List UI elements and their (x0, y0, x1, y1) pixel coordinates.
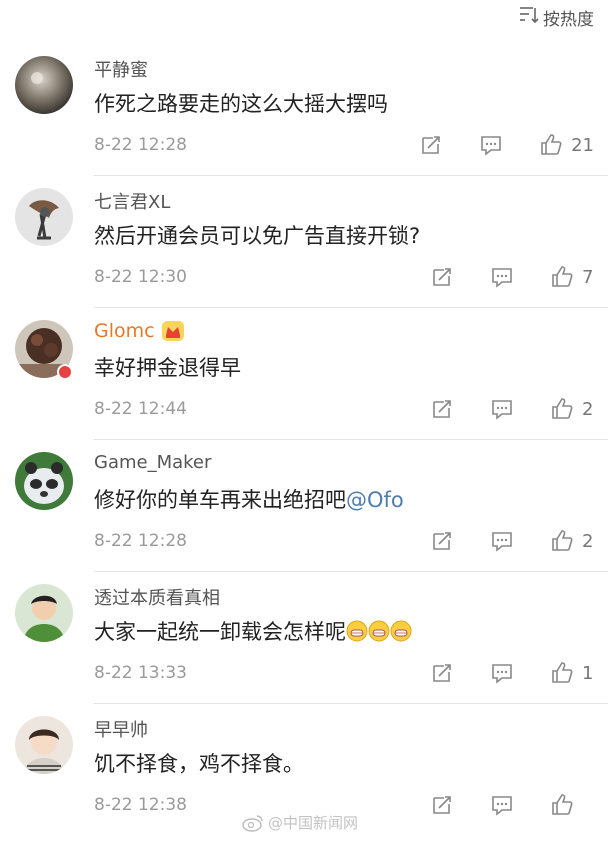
comment-text: 然后开通会员可以免广告直接开锁? (94, 224, 421, 248)
thumbs-up-icon (552, 398, 573, 419)
timestamp: 8-22 13:33 (94, 663, 187, 683)
timestamp: 8-22 12:44 (94, 399, 187, 419)
comment-item: 七言君XL 然后开通会员可以免广告直接开锁? 8-22 12:30 7 (0, 176, 608, 308)
sort-icon (519, 6, 539, 29)
comment-text: 大家一起统一卸载会怎样呢 (94, 616, 412, 646)
username[interactable]: Game_Maker (94, 452, 211, 473)
username[interactable]: 七言君XL (94, 188, 170, 214)
watermark-text: @中国新闻网 (268, 814, 359, 832)
username[interactable]: 透过本质看真相 (94, 584, 220, 610)
like-button[interactable] (550, 793, 594, 817)
timestamp: 8-22 12:28 (94, 135, 187, 155)
like-button[interactable]: 2 (550, 397, 594, 421)
reply-icon[interactable] (490, 661, 514, 685)
timestamp: 8-22 12:28 (94, 531, 187, 551)
comment-text: 作死之路要走的这么大摇大摆吗 (94, 92, 388, 116)
thumbs-up-icon (541, 134, 562, 155)
comment-item: Game_Maker 修好你的单车再来出绝招吧@Ofo 8-22 12:28 2 (0, 440, 608, 572)
like-count: 2 (582, 398, 594, 420)
like-button[interactable]: 1 (550, 661, 594, 685)
comment-text: 修好你的单车再来出绝招吧@Ofo (94, 488, 404, 512)
timestamp: 8-22 12:38 (94, 795, 187, 815)
comment-item: Glomc 幸好押金退得早 8-22 12:44 2 (0, 308, 608, 440)
repost-icon[interactable] (430, 529, 454, 553)
thumbs-up-icon (552, 266, 573, 287)
repost-icon[interactable] (430, 793, 454, 817)
reply-icon[interactable] (490, 265, 514, 289)
grin-emoji-icon (368, 620, 390, 642)
grin-emoji-icon (390, 620, 412, 642)
reply-icon[interactable] (479, 133, 503, 157)
comment-text: 幸好押金退得早 (94, 356, 241, 380)
repost-icon[interactable] (430, 661, 454, 685)
repost-icon[interactable] (430, 265, 454, 289)
comment-text: 饥不择食，鸡不择食。 (94, 752, 304, 776)
verified-badge (57, 364, 73, 380)
reply-icon[interactable] (490, 529, 514, 553)
username[interactable]: 早早帅 (94, 716, 148, 742)
avatar[interactable] (15, 452, 73, 510)
vip-crown-icon (161, 320, 185, 342)
like-count: 21 (571, 134, 594, 156)
comment-item: 透过本质看真相 大家一起统一卸载会怎样呢 8-22 13:33 1 (0, 572, 608, 704)
sort-by-heat-button[interactable]: 按热度 (519, 6, 594, 30)
like-count: 2 (582, 530, 594, 552)
avatar[interactable] (15, 584, 73, 642)
timestamp: 8-22 12:30 (94, 267, 187, 287)
reply-icon[interactable] (490, 793, 514, 817)
grin-emoji-icon (346, 620, 368, 642)
avatar[interactable] (15, 56, 73, 114)
username[interactable]: Glomc (94, 320, 185, 342)
watermark: @中国新闻网 (242, 812, 358, 833)
like-count: 7 (582, 266, 594, 288)
avatar[interactable] (15, 716, 73, 774)
avatar[interactable] (15, 188, 73, 246)
like-button[interactable]: 7 (550, 265, 594, 289)
reply-icon[interactable] (490, 397, 514, 421)
repost-icon[interactable] (419, 133, 443, 157)
like-count: 1 (582, 662, 594, 684)
username[interactable]: 平静蜜 (94, 56, 148, 82)
like-button[interactable]: 21 (539, 133, 594, 157)
weibo-logo-icon (242, 814, 263, 832)
comment-item: 平静蜜 作死之路要走的这么大摇大摆吗 8-22 12:28 21 (0, 44, 608, 176)
thumbs-up-icon (552, 794, 573, 815)
like-button[interactable]: 2 (550, 529, 594, 553)
sort-label: 按热度 (543, 9, 594, 30)
thumbs-up-icon (552, 662, 573, 683)
thumbs-up-icon (552, 530, 573, 551)
mention-link[interactable]: @Ofo (346, 488, 404, 512)
repost-icon[interactable] (430, 397, 454, 421)
